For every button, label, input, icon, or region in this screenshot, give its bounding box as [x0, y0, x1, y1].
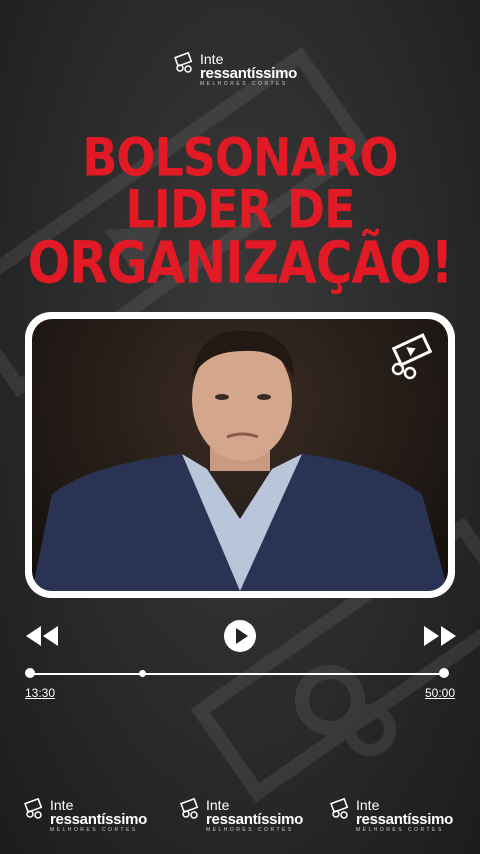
- fast-forward-icon[interactable]: [423, 625, 457, 647]
- play-button[interactable]: [223, 619, 257, 653]
- brand-tagline: MELHORES CORTES: [200, 81, 288, 87]
- brand-line2: ressantíssimo: [206, 811, 303, 828]
- brand-line1: Inte: [50, 797, 74, 813]
- brand-line2: ressantíssimo: [356, 811, 453, 828]
- progress-end-dot: [439, 668, 449, 678]
- progress-handle[interactable]: [138, 670, 146, 677]
- film-scissors-icon: [24, 798, 43, 819]
- brand-tagline: MELHORES CORTES: [356, 827, 444, 833]
- brand-logo-top: Inte ressantíssimo MELHORES CORTES: [174, 52, 297, 87]
- brand-line2: ressantíssimo: [50, 811, 147, 828]
- film-scissors-icon: [174, 52, 193, 73]
- brand-logo-bottom-left: Inte ressantíssimo MELHORES CORTES: [24, 798, 147, 833]
- rewind-icon[interactable]: [25, 625, 59, 647]
- headline-line-3: ORGANIZAÇÃO!: [27, 229, 454, 297]
- brand-line1: Inte: [200, 51, 224, 67]
- film-scissors-icon: [180, 798, 199, 819]
- brand-logo-bottom-right: Inte ressantíssimo MELHORES CORTES: [330, 798, 453, 833]
- brand-line1: Inte: [356, 797, 380, 813]
- total-time: 50:00: [425, 686, 456, 700]
- progress-start-dot: [25, 668, 35, 678]
- brand-tagline: MELHORES CORTES: [206, 827, 294, 833]
- brand-tagline: MELHORES CORTES: [50, 827, 138, 833]
- film-scissors-icon: [391, 333, 433, 380]
- video-frame: [25, 312, 455, 598]
- brand-logo-bottom-center: Inte ressantíssimo MELHORES CORTES: [180, 798, 303, 833]
- video-thumbnail[interactable]: [32, 319, 448, 591]
- current-time: 13:30: [25, 686, 56, 700]
- brand-line1: Inte: [206, 797, 230, 813]
- progress-track[interactable]: [30, 673, 445, 675]
- film-scissors-icon: [330, 798, 349, 819]
- brand-line2: ressantíssimo: [200, 65, 297, 82]
